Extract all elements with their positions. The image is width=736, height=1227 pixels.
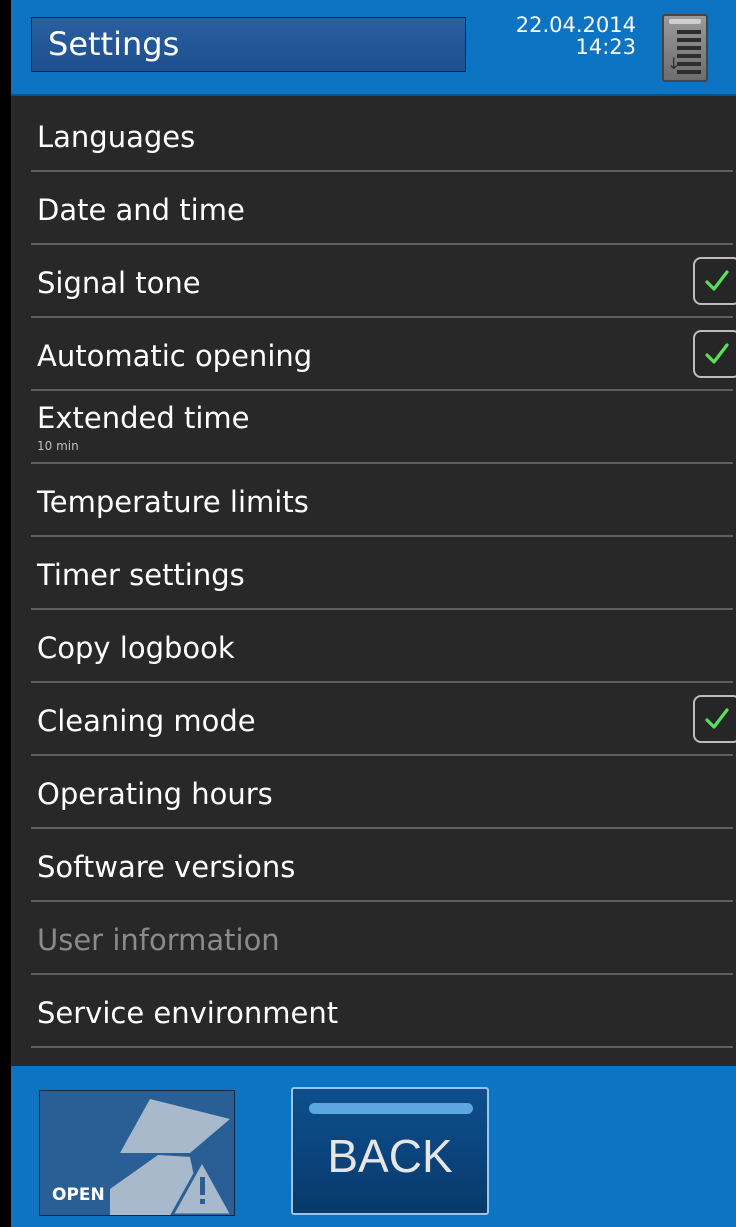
settings-item-timer-settings[interactable]: Timer settings xyxy=(31,537,733,610)
settings-item-label: Temperature limits xyxy=(37,485,309,519)
list-menu-button[interactable]: ↓ xyxy=(662,14,708,82)
settings-item-label: Date and time xyxy=(37,193,245,227)
settings-item-cleaning-mode[interactable]: Cleaning mode xyxy=(31,683,736,756)
signal-tone-checkbox[interactable] xyxy=(693,257,736,305)
extended-time-value: 10 min xyxy=(37,439,79,453)
settings-item-label: Languages xyxy=(37,120,196,154)
settings-item-label: Cleaning mode xyxy=(37,704,256,738)
button-highlight xyxy=(309,1103,473,1114)
back-label: BACK xyxy=(327,1130,453,1182)
app-frame: Settings 22.04.2014 14:23 ↓ Languages Da… xyxy=(0,0,736,1227)
settings-item-software-versions[interactable]: Software versions xyxy=(31,829,733,902)
menu-highlight xyxy=(669,19,701,24)
cleaning-mode-checkbox[interactable] xyxy=(693,695,736,743)
checkmark-icon xyxy=(705,343,729,364)
settings-item-label: Service environment xyxy=(37,996,339,1030)
settings-item-copy-logbook[interactable]: Copy logbook xyxy=(31,610,733,683)
open-label: OPEN xyxy=(52,1185,105,1205)
settings-item-label: Automatic opening xyxy=(37,339,313,373)
arrow-down-icon: ↓ xyxy=(667,54,681,73)
settings-list: Languages Date and time Signal tone Auto… xyxy=(11,96,736,1066)
settings-item-label: Extended time xyxy=(37,401,250,435)
settings-item-label: Timer settings xyxy=(37,558,245,592)
settings-item-signal-tone[interactable]: Signal tone xyxy=(31,245,736,318)
header-bar: Settings 22.04.2014 14:23 ↓ xyxy=(11,0,736,96)
settings-item-user-information: User information xyxy=(31,902,733,975)
settings-item-label: Copy logbook xyxy=(37,631,235,665)
settings-item-temperature-limits[interactable]: Temperature limits xyxy=(31,464,733,537)
settings-item-service-environment[interactable]: Service environment xyxy=(31,975,733,1048)
open-door-button[interactable]: OPEN xyxy=(39,1090,235,1216)
settings-item-label: Signal tone xyxy=(37,266,201,300)
page-title: Settings xyxy=(31,17,466,72)
checkmark-icon xyxy=(705,708,729,729)
settings-item-label: Software versions xyxy=(37,850,296,884)
checkmark-icon xyxy=(705,270,729,291)
automatic-opening-checkbox[interactable] xyxy=(693,330,736,378)
settings-item-extended-time[interactable]: Extended time 10 min xyxy=(31,391,733,464)
back-button[interactable]: BACK xyxy=(291,1087,489,1215)
settings-item-automatic-opening[interactable]: Automatic opening xyxy=(31,318,736,391)
time-label: 14:23 xyxy=(575,35,636,59)
settings-item-operating-hours[interactable]: Operating hours xyxy=(31,756,733,829)
settings-item-date-time[interactable]: Date and time xyxy=(31,172,733,245)
footer-bar: OPEN BACK xyxy=(11,1066,736,1227)
date-time-display: 22.04.2014 14:23 xyxy=(481,14,636,58)
date-label: 22.04.2014 xyxy=(515,13,636,37)
settings-item-label: Operating hours xyxy=(37,777,273,811)
settings-item-languages[interactable]: Languages xyxy=(31,99,733,172)
settings-item-label: User information xyxy=(37,923,280,957)
